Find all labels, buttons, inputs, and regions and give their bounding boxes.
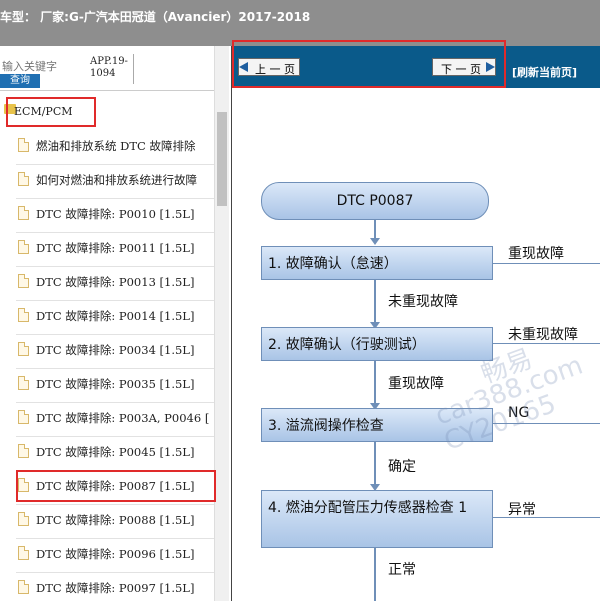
prev-page-button[interactable]: 上 一 页 [238, 58, 300, 76]
flow-branch-line [493, 263, 600, 264]
document-icon [18, 444, 29, 458]
list-item-label: DTC 故障排除: P0014 [1.5L] [36, 309, 195, 323]
search-row: 查询 APP.19- 1094 [0, 46, 228, 91]
list-item-label: DTC 故障排除: P0011 [1.5L] [36, 241, 195, 255]
list-item[interactable]: DTC 故障排除: P0013 [1.5L] [16, 266, 216, 301]
list-item-selected[interactable]: DTC 故障排除: P0087 [1.5L] [16, 470, 216, 505]
list-item-label: DTC 故障排除: P0045 [1.5L] [36, 445, 195, 459]
flow-edge-label: 未重现故障 [388, 294, 458, 310]
flow-step-4: 4. 燃油分配管压力传感器检查 1 [261, 490, 493, 548]
flow-branch-line [493, 423, 600, 424]
flow-step-label: 3. 溢流阀操作检查 [268, 418, 384, 434]
list-item-label: DTC 故障排除: P0013 [1.5L] [36, 275, 195, 289]
left-scrollbar[interactable] [214, 46, 229, 601]
document-icon [18, 172, 29, 186]
list-item-label: 燃油和排放系统 DTC 故障排除 [36, 139, 196, 153]
document-icon [18, 308, 29, 322]
flow-connector [374, 220, 376, 240]
list-item[interactable]: DTC 故障排除: P0011 [1.5L] [16, 232, 216, 267]
document-icon [18, 240, 29, 254]
list-item-label: DTC 故障排除: P0088 [1.5L] [36, 513, 195, 527]
flow-connector [374, 361, 376, 405]
list-item-label: DTC 故障排除: P0097 [1.5L] [36, 581, 195, 595]
flow-step-1: 1. 故障确认（怠速） [261, 246, 493, 280]
list-item-label: DTC 故障排除: P003A, P0046 [ [36, 411, 210, 425]
document-icon [18, 478, 29, 492]
flow-step-label: 4. 燃油分配管压力传感器检查 1 [268, 500, 468, 516]
list-item[interactable]: DTC 故障排除: P0014 [1.5L] [16, 300, 216, 335]
list-item[interactable]: DTC 故障排除: P0035 [1.5L] [16, 368, 216, 403]
refresh-page-link[interactable]: [刷新当前页] [512, 64, 577, 80]
list-item-label: DTC 故障排除: P0034 [1.5L] [36, 343, 195, 357]
flow-side-label: NG [508, 405, 530, 421]
flow-step-3: 3. 溢流阀操作检查 [261, 408, 493, 442]
document-icon [18, 376, 29, 390]
flow-edge-label: 确定 [388, 459, 416, 475]
list-item[interactable]: 燃油和排放系统 DTC 故障排除 [16, 130, 216, 165]
app-code: APP.19- 1094 [90, 56, 128, 80]
search-input[interactable] [0, 58, 74, 74]
list-item-label: DTC 故障排除: P0096 [1.5L] [36, 547, 195, 561]
document-icon [18, 410, 29, 424]
prev-page-label: 上 一 页 [255, 63, 295, 76]
flow-start-label: DTC P0087 [336, 193, 414, 209]
list-item-label: DTC 故障排除: P0010 [1.5L] [36, 207, 195, 221]
scrollbar-thumb[interactable] [217, 112, 227, 206]
list-item[interactable]: DTC 故障排除: P0088 [1.5L] [16, 504, 216, 539]
next-page-button[interactable]: 下 一 页 [432, 58, 496, 76]
document-icon [18, 546, 29, 560]
list-item[interactable]: DTC 故障排除: P0034 [1.5L] [16, 334, 216, 369]
flow-connector [374, 548, 376, 601]
list-item-label: DTC 故障排除: P0035 [1.5L] [36, 377, 195, 391]
list-item-label: 如何对燃油和排放系统进行故障 [36, 173, 197, 187]
arrow-left-icon [239, 62, 248, 72]
document-icon [18, 580, 29, 594]
document-icon [18, 138, 29, 152]
flow-step-label: 1. 故障确认（怠速） [268, 256, 398, 272]
document-icon [18, 206, 29, 220]
flow-edge-label: 重现故障 [388, 376, 444, 392]
next-page-label: 下 一 页 [441, 63, 481, 76]
content-pane: 上 一 页 下 一 页 [刷新当前页] DTC P0087 1. 故障确认（怠速… [231, 46, 600, 601]
document-icon [18, 274, 29, 288]
arrow-right-icon [486, 62, 495, 72]
list-item[interactable]: DTC 故障排除: P003A, P0046 [ [16, 402, 216, 437]
list-item[interactable]: DTC 故障排除: P0097 [1.5L] [16, 572, 216, 601]
page-nav-bar: 上 一 页 下 一 页 [刷新当前页] [232, 46, 600, 88]
flow-side-label: 异常 [508, 502, 536, 518]
flow-side-label: 重现故障 [508, 246, 564, 262]
vehicle-title: 车型： 厂家:G-广汽本田冠道（Avancier）2017-2018 [0, 10, 311, 24]
left-nav-pane: 查询 APP.19- 1094 ECM/PCM 燃油和排放系统 DTC 故障排除… [0, 46, 228, 601]
flow-step-2: 2. 故障确认（行驶测试） [261, 327, 493, 361]
flow-edge-label: 正常 [388, 562, 416, 578]
flow-connector [374, 442, 376, 486]
flow-step-label: 2. 故障确认（行驶测试） [268, 337, 426, 353]
list-item[interactable]: DTC 故障排除: P0010 [1.5L] [16, 198, 216, 233]
app-code-line1: APP.19- [90, 56, 128, 67]
tree-folder-ecm-pcm[interactable]: ECM/PCM [0, 100, 210, 124]
divider [133, 54, 134, 84]
document-icon [18, 512, 29, 526]
arrow-down-icon [370, 238, 380, 245]
list-item-label: DTC 故障排除: P0087 [1.5L] [36, 479, 195, 493]
flow-side-label: 未重现故障 [508, 327, 578, 343]
title-bar: 车型： 厂家:G-广汽本田冠道（Avancier）2017-2018 [0, 0, 600, 46]
list-item[interactable]: 如何对燃油和排放系统进行故障 [16, 164, 216, 199]
list-item[interactable]: DTC 故障排除: P0096 [1.5L] [16, 538, 216, 573]
app-code-line2: 1094 [90, 68, 116, 79]
flow-connector [374, 280, 376, 324]
list-item[interactable]: DTC 故障排除: P0045 [1.5L] [16, 436, 216, 471]
search-button[interactable]: 查询 [0, 74, 40, 88]
flow-start-node: DTC P0087 [261, 182, 489, 220]
document-icon [18, 342, 29, 356]
folder-label: ECM/PCM [14, 105, 73, 118]
